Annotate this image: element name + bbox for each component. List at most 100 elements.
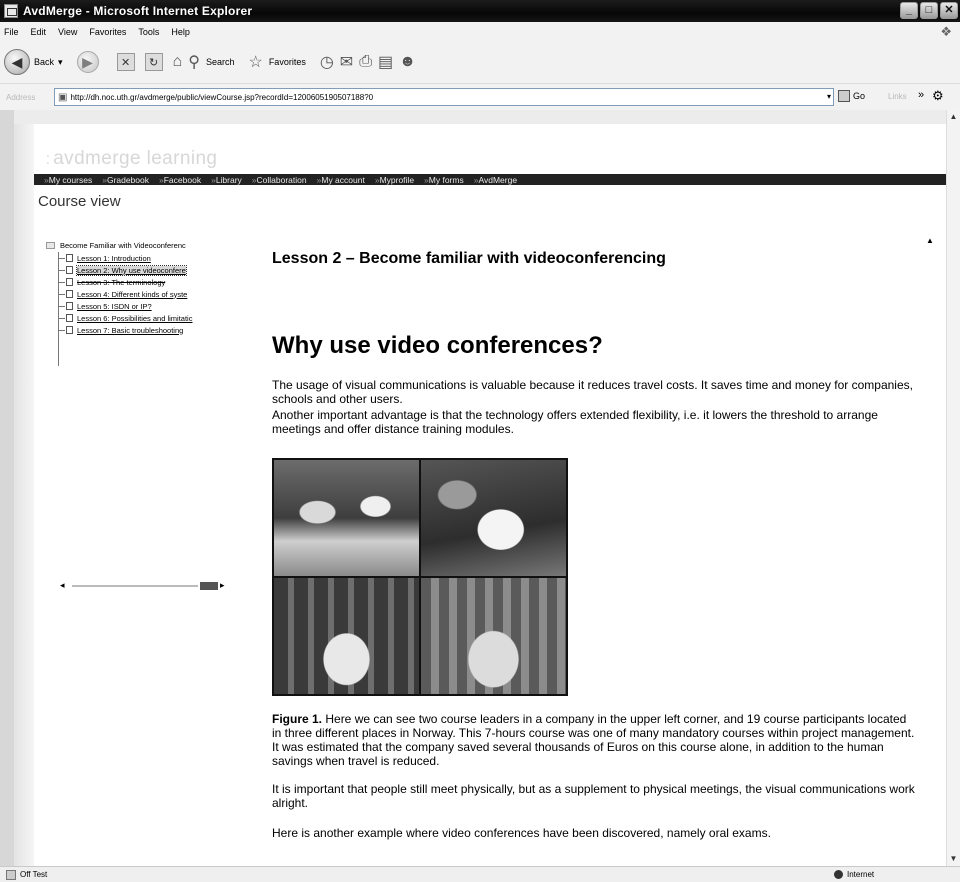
document-icon	[66, 314, 73, 322]
extension-icon[interactable]: ⚙	[932, 88, 944, 104]
tree-item-lesson-5[interactable]: Lesson 5: ISDN or IP?	[58, 300, 240, 312]
tree-horizontal-scrollbar[interactable]: ◂ ▸	[60, 580, 230, 592]
scroll-up-arrow-icon[interactable]: ▲	[947, 110, 960, 124]
back-button[interactable]: ◀ Back ▾	[4, 49, 63, 75]
tree-item-label[interactable]: Lesson 1: Introduction	[77, 254, 151, 263]
favorites-star-icon: ☆	[248, 54, 263, 71]
document-icon	[66, 290, 73, 298]
tree-item-label[interactable]: Lesson 3: The terminology	[77, 278, 165, 287]
edit-icon[interactable]: ▤	[378, 52, 393, 72]
scroll-down-arrow-icon[interactable]: ▼	[947, 852, 960, 866]
search-icon: ⚲	[188, 54, 200, 71]
photo-meeting-room	[421, 460, 566, 576]
vertical-scrollbar[interactable]: ▲ ▼	[946, 110, 960, 866]
links-label[interactable]: Links	[888, 92, 907, 101]
tree-item-lesson-4[interactable]: Lesson 4: Different kinds of syste	[58, 288, 240, 300]
tree-root-label: Become Familiar with Videoconferenc	[60, 240, 186, 250]
favorites-button[interactable]: ☆ Favorites	[248, 52, 305, 72]
back-dropdown-icon[interactable]: ▾	[58, 57, 63, 68]
page-left-border	[14, 124, 34, 866]
nav-my-account[interactable]: My account	[317, 175, 364, 185]
videoconference-photo	[272, 458, 568, 696]
status-bar: Off Test Internet	[0, 866, 960, 882]
stop-icon[interactable]: ✕	[116, 53, 135, 71]
address-label: Address	[6, 92, 36, 102]
document-icon	[66, 326, 73, 334]
page-status-icon	[6, 869, 16, 880]
paragraph: It is important that people still meet p…	[272, 782, 915, 810]
menu-file[interactable]: File	[4, 27, 19, 37]
menu-tools[interactable]: Tools	[138, 27, 159, 37]
page-icon: ▣	[58, 91, 68, 103]
nav-library[interactable]: Library	[211, 175, 242, 185]
folder-icon	[46, 241, 55, 249]
tree-item-label[interactable]: Lesson 7: Basic troubleshooting	[77, 326, 183, 335]
nav-my-courses[interactable]: My courses	[44, 175, 92, 185]
document-icon	[66, 266, 73, 274]
print-icon[interactable]: ⎙	[359, 53, 372, 71]
site-nav-bar: My courses Gradebook Facebook Library Co…	[34, 174, 946, 185]
page-top-border	[14, 110, 946, 124]
site-logo[interactable]: ⁚ avdmerge learning	[46, 148, 217, 170]
go-button[interactable]: Go	[838, 90, 865, 102]
site-logo-text: avdmerge learning	[53, 148, 218, 169]
tree-item-lesson-3[interactable]: Lesson 3: The terminology	[58, 276, 240, 288]
window-titlebar: AvdMerge - Microsoft Internet Explorer _…	[0, 0, 960, 22]
frame-edge	[0, 110, 14, 866]
address-url: http://dh.noc.uth.gr/avdmerge/public/vie…	[70, 92, 374, 102]
tree-item-label[interactable]: Lesson 4: Different kinds of syste	[77, 290, 187, 299]
tree-item-lesson-7[interactable]: Lesson 7: Basic troubleshooting	[58, 324, 240, 336]
address-dropdown-icon[interactable]: ▾	[827, 92, 831, 101]
content-scroll-up-icon[interactable]: ▲	[926, 236, 934, 245]
tree-item-label[interactable]: Lesson 6: Possibilities and limitatic	[77, 314, 192, 323]
internet-explorer-icon	[4, 4, 18, 18]
scroll-left-arrow-icon[interactable]: ◂	[60, 580, 65, 591]
page-title: Course view	[38, 193, 121, 210]
tree-item-label[interactable]: Lesson 2: Why use videoconfere	[76, 264, 187, 276]
forward-button[interactable]: ▶	[76, 51, 103, 73]
maximize-button[interactable]: □	[920, 2, 938, 19]
tree-root[interactable]: Become Familiar with Videoconferenc	[44, 238, 240, 252]
menu-help[interactable]: Help	[171, 27, 190, 37]
scroll-track[interactable]	[72, 585, 198, 587]
messenger-icon[interactable]: ☻	[399, 53, 416, 71]
figure-caption-text: Here we can see two course leaders in a …	[272, 712, 915, 768]
windows-logo-icon: ❖	[940, 24, 952, 39]
nav-collaboration[interactable]: Collaboration	[252, 175, 307, 185]
minimize-button[interactable]: _	[900, 2, 918, 19]
mail-icon[interactable]: ✉	[340, 52, 353, 72]
scroll-thumb[interactable]	[200, 582, 218, 590]
menu-view[interactable]: View	[58, 27, 77, 37]
nav-my-forms[interactable]: My forms	[424, 175, 464, 185]
security-zone: Internet	[834, 870, 874, 879]
page-viewport: ⁚avdmerge learning My courses Gradebook …	[14, 110, 946, 866]
section-title: Why use video conferences?	[272, 332, 603, 359]
menu-edit[interactable]: Edit	[31, 27, 47, 37]
address-input[interactable]: ▣ http://dh.noc.uth.gr/avdmerge/public/v…	[54, 88, 834, 106]
globe-icon	[834, 870, 843, 879]
links-chevron-icon[interactable]: »	[918, 89, 924, 101]
tree-item-lesson-6[interactable]: Lesson 6: Possibilities and limitatic	[58, 312, 240, 324]
document-icon	[66, 278, 73, 286]
tree-item-lesson-1[interactable]: Lesson 1: Introduction	[58, 252, 240, 264]
lesson-tree: Become Familiar with Videoconferenc Less…	[44, 238, 240, 366]
menu-favorites[interactable]: Favorites	[89, 27, 126, 37]
tree-item-lesson-2[interactable]: Lesson 2: Why use videoconfere	[58, 264, 240, 276]
back-label: Back	[34, 57, 55, 67]
tree-item-label[interactable]: Lesson 5: ISDN or IP?	[77, 302, 152, 311]
nav-avdmerge[interactable]: AvdMerge	[474, 175, 517, 185]
nav-gradebook[interactable]: Gradebook	[102, 175, 149, 185]
go-label: Go	[853, 91, 866, 101]
figure-label: Figure 1.	[272, 712, 323, 726]
history-icon[interactable]: ◷	[320, 52, 334, 72]
zone-label: Internet	[847, 870, 875, 879]
nav-myprofile[interactable]: Myprofile	[375, 175, 414, 185]
close-button[interactable]: ✕	[940, 2, 958, 19]
search-label: Search	[205, 57, 235, 67]
home-icon[interactable]: ⌂	[173, 53, 183, 71]
nav-facebook[interactable]: Facebook	[159, 175, 201, 185]
scroll-right-arrow-icon[interactable]: ▸	[220, 580, 225, 591]
window-controls: _ □ ✕	[900, 2, 958, 19]
search-button[interactable]: ⚲ Search	[188, 52, 234, 72]
refresh-icon[interactable]: ↻	[144, 53, 163, 71]
